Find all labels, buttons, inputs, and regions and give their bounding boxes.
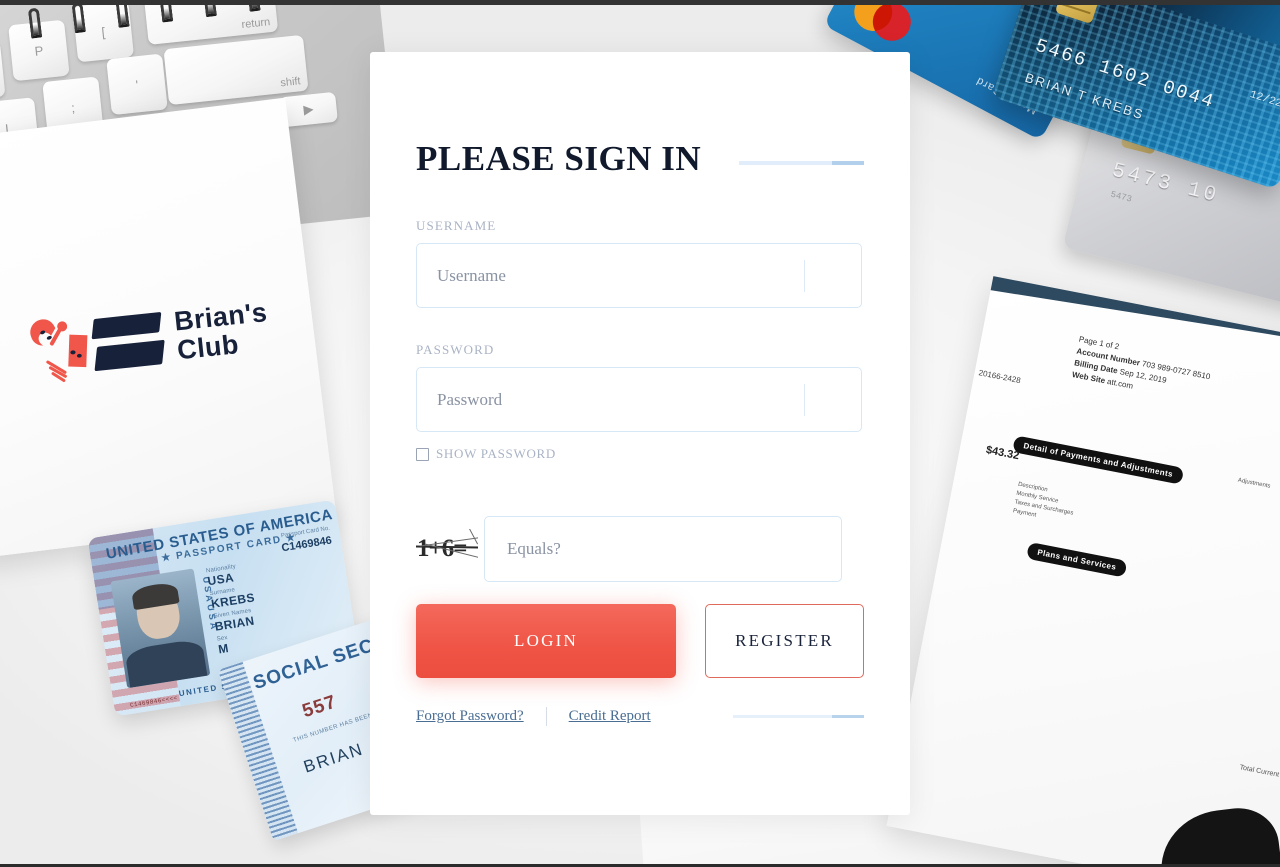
username-field-divider: [804, 260, 805, 292]
browser-top-bar: [0, 0, 1280, 5]
mastercard-logo-icon: [847, 0, 918, 48]
bill-col-adjustments: Adjustments: [1237, 477, 1271, 490]
credit-report-link[interactable]: Credit Report: [569, 708, 651, 725]
footer-decorative-rule: [732, 714, 864, 718]
passport-fields: Nationality USA Surname KREBS Given Name…: [205, 563, 256, 657]
bill-total-label: Total Current Charges: [1238, 764, 1280, 784]
keyboard-key-shift: shift: [163, 34, 309, 106]
keyboard-key-o: O: [0, 40, 6, 103]
bill-section-plans: Plans and Services: [1026, 541, 1128, 578]
register-button[interactable]: REGISTER: [705, 604, 864, 678]
username-field[interactable]: [416, 243, 862, 308]
brians-club-wordmark: Brian's Club: [172, 296, 269, 365]
show-password-checkbox[interactable]: [416, 447, 429, 461]
footer-links: Forgot Password? Credit Report: [416, 706, 864, 726]
screen: O P [ return L ; ' shift ▲ ▼ ▶ ◀: [0, 0, 1280, 867]
page-title-row: PLEASE SIGN IN: [416, 134, 864, 184]
bill-shadow-blob: [1154, 803, 1280, 867]
username-input[interactable]: [437, 244, 837, 307]
show-password-label: SHOW PASSWORD: [436, 446, 556, 461]
password-field[interactable]: [416, 367, 862, 432]
keyboard-key-p: P: [8, 19, 70, 82]
page-title: PLEASE SIGN IN: [416, 139, 702, 178]
keyboard-key-return: return: [143, 0, 279, 45]
forgot-password-link[interactable]: Forgot Password?: [416, 708, 524, 725]
bill-section-payments: Detail of Payments and Adjustments: [1012, 435, 1185, 485]
bill-payment-rows: Description Monthly Service Taxes and Su…: [1012, 481, 1074, 519]
login-button[interactable]: LOGIN: [416, 604, 676, 678]
link-separator: [545, 706, 547, 726]
password-input[interactable]: [437, 368, 837, 431]
captcha-input[interactable]: [507, 517, 827, 581]
card-stripes-icon: [91, 310, 165, 373]
silver-card-subnumber: 5473: [1109, 189, 1133, 205]
bill-recipient-zip: 20166-2428: [977, 368, 1022, 386]
captcha-row: 1+6=: [416, 516, 864, 582]
password-label: PASSWORD: [416, 342, 495, 357]
ssn-number: 557: [299, 691, 340, 723]
passport-portrait: [110, 568, 211, 689]
captcha-image[interactable]: 1+6=: [416, 529, 478, 569]
show-password-row[interactable]: SHOW PASSWORD: [416, 446, 864, 462]
password-field-divider: [804, 384, 805, 416]
bill-header-text: Page 1 of 2 Account Number 703 989-0727 …: [1071, 334, 1212, 391]
keyboard-key-bracket: [: [72, 0, 135, 63]
captcha-field[interactable]: [484, 516, 842, 582]
title-decorative-rule: [739, 161, 864, 165]
keyboard-key-quote: ': [106, 53, 168, 116]
login-card: PLEASE SIGN IN USERNAME PASSWORD SHOW PA…: [370, 52, 910, 815]
crab-mascot-icon: [25, 309, 94, 387]
action-buttons: LOGIN REGISTER: [416, 604, 864, 678]
username-label: USERNAME: [416, 218, 497, 233]
ssn-name: BRIAN: [301, 739, 367, 777]
